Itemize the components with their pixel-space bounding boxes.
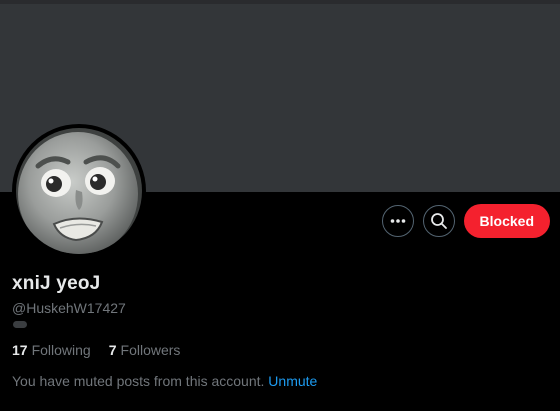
profile-display-name: xniJ yeoJ <box>12 273 101 294</box>
followers-label: Followers <box>120 342 181 358</box>
following-label: Following <box>31 342 91 358</box>
avatar-face-image <box>16 128 142 254</box>
profile-stats: 17 Following 7 Followers <box>12 342 180 358</box>
followers-count: 7 <box>108 342 117 358</box>
blocked-button[interactable]: Blocked <box>463 204 550 238</box>
muted-notice-text: You have muted posts from this account. <box>12 373 265 389</box>
search-button[interactable] <box>422 205 455 237</box>
followers-stat[interactable]: 7 Followers <box>109 342 181 358</box>
more-horizontal-icon <box>390 219 405 223</box>
more-button[interactable] <box>381 205 414 237</box>
muted-notice: You have muted posts from this account. … <box>12 373 317 389</box>
profile-page: Blocked xniJ yeoJ @HuskehW17427 17 Follow… <box>0 0 560 411</box>
profile-action-row: Blocked <box>381 204 550 238</box>
unmute-link[interactable]: Unmute <box>268 373 317 389</box>
following-stat[interactable]: 17 Following <box>12 342 91 358</box>
following-count: 17 <box>12 342 28 358</box>
profile-badge-placeholder <box>13 321 27 328</box>
avatar[interactable] <box>12 124 146 258</box>
profile-handle: @HuskehW17427 <box>12 300 126 316</box>
search-icon <box>430 213 447 229</box>
